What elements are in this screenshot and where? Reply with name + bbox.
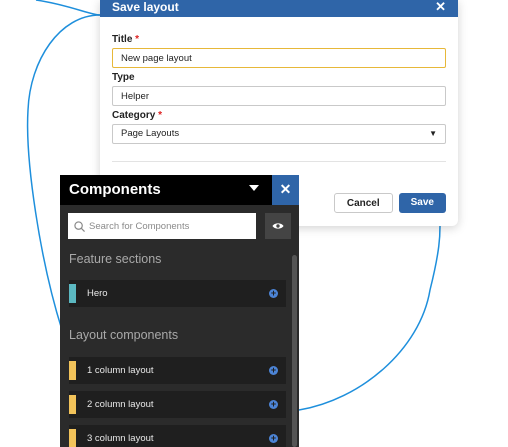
divider bbox=[112, 161, 446, 162]
add-icon[interactable]: + bbox=[269, 366, 278, 375]
title-input[interactable]: New page layout bbox=[112, 48, 446, 68]
component-item-2-column[interactable]: 2 column layout + bbox=[69, 391, 286, 418]
component-label: 1 column layout bbox=[87, 365, 154, 376]
components-panel: Components ✕ Feature sections Hero + Lay… bbox=[60, 175, 299, 447]
required-mark: * bbox=[135, 34, 140, 45]
chevron-down-icon: ▼ bbox=[429, 129, 437, 138]
dialog-title: Save layout bbox=[112, 0, 179, 14]
save-button[interactable]: Save bbox=[398, 193, 446, 213]
panel-header: Components ✕ bbox=[60, 175, 299, 205]
component-label: 2 column layout bbox=[87, 399, 154, 410]
close-icon[interactable]: ✕ bbox=[272, 175, 299, 205]
visibility-toggle-button[interactable] bbox=[265, 213, 291, 239]
panel-title: Components bbox=[69, 181, 161, 198]
section-title: Layout components bbox=[69, 328, 179, 342]
category-select[interactable]: Page Layouts ▼ bbox=[112, 124, 446, 144]
color-bar bbox=[69, 284, 76, 303]
type-input[interactable]: Helper bbox=[112, 86, 446, 106]
scrollbar[interactable] bbox=[292, 255, 297, 447]
required-mark: * bbox=[158, 110, 163, 121]
search-box[interactable] bbox=[68, 213, 256, 239]
cancel-button[interactable]: Cancel bbox=[333, 193, 393, 213]
chevron-down-icon[interactable] bbox=[249, 185, 259, 191]
type-field-label: Type bbox=[112, 72, 135, 83]
component-label: Hero bbox=[87, 288, 108, 299]
component-label: 3 column layout bbox=[87, 433, 154, 444]
search-icon bbox=[74, 220, 85, 232]
component-item-3-column[interactable]: 3 column layout + bbox=[69, 425, 286, 447]
add-icon[interactable]: + bbox=[269, 434, 278, 443]
dialog-header: Save layout ✕ bbox=[100, 0, 458, 17]
color-bar bbox=[69, 361, 76, 380]
section-title: Feature sections bbox=[69, 252, 162, 266]
color-bar bbox=[69, 395, 76, 414]
search-input[interactable] bbox=[89, 220, 249, 232]
color-bar bbox=[69, 429, 76, 447]
add-icon[interactable]: + bbox=[269, 289, 278, 298]
category-field-label: Category * bbox=[112, 110, 163, 121]
title-field-label: Title * bbox=[112, 34, 140, 45]
add-icon[interactable]: + bbox=[269, 400, 278, 409]
eye-icon bbox=[272, 223, 284, 229]
component-item-1-column[interactable]: 1 column layout + bbox=[69, 357, 286, 384]
close-icon[interactable]: ✕ bbox=[435, 0, 446, 14]
component-item-hero[interactable]: Hero + bbox=[69, 280, 286, 307]
